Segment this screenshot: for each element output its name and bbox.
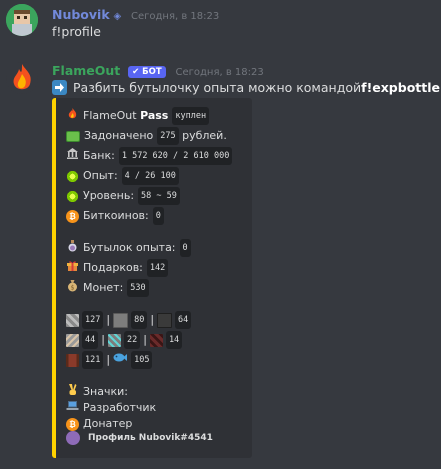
gift-icon (66, 259, 79, 277)
inventory-count: 121 (82, 351, 104, 369)
coins-label: Монет: (83, 281, 124, 294)
iron-ore-icon (66, 333, 79, 347)
pass-bold: Pass (140, 109, 169, 122)
inventory-count: 80 (131, 311, 148, 329)
bitcoins-line: ₿ Биткоинов: 0 (66, 207, 164, 225)
inventory-row-2: 44 | 22 | 14 (66, 331, 183, 349)
level-label: Уровень: (83, 189, 135, 202)
svg-text:$: $ (71, 285, 75, 292)
inventory-count: 64 (175, 311, 192, 329)
bottles-line: Бутылок опыта: 0 (66, 239, 191, 257)
exp-value: 4 / 26 100 (121, 167, 179, 185)
bitcoins-value: 0 (152, 207, 164, 225)
inventory-row-1: 127 | 80 | 64 (66, 311, 192, 329)
profile-embed: FlameOut Pass куплен Задоначено 275 рубл… (52, 98, 252, 458)
bottles-value: 0 (179, 239, 191, 257)
exp-label: Опыт: (83, 169, 118, 182)
separator: | (143, 333, 147, 346)
bank-icon (66, 147, 79, 165)
inventory-count: 127 (82, 311, 104, 329)
message-text-prefix: Разбить бутылочку опыта можно командой (73, 80, 362, 95)
embed-footer: Профиль Nubovik#4541 (66, 431, 213, 445)
badges-line: Значки: (66, 384, 128, 400)
money-icon (66, 130, 80, 142)
avatar[interactable] (6, 62, 38, 94)
bank-value: 1 572 620 / 2 610 000 (118, 147, 233, 165)
coins-line: $ Монет: 530 (66, 279, 149, 297)
wood-log-icon (66, 353, 79, 367)
level-orb-icon (66, 189, 79, 203)
avatar[interactable] (6, 4, 38, 36)
nitro-icon: ◈ (113, 11, 122, 22)
badge-label: Разработчик (83, 401, 157, 414)
diamond-ore-icon (107, 333, 121, 347)
footer-text: Профиль Nubovik#4541 (88, 433, 213, 443)
donated-unit: рублей. (182, 129, 227, 142)
bank-label: Банк: (83, 149, 115, 162)
stone-block-icon (113, 312, 129, 328)
message-text: Разбить бутылочку опыта можно командой f… (52, 80, 440, 95)
coal-block-icon (157, 312, 173, 328)
bitcoins-label: Биткоинов: (83, 209, 149, 222)
bitcoin-icon: ₿ (66, 417, 79, 431)
netherrack-icon (149, 333, 163, 347)
pass-line: FlameOut Pass куплен (66, 107, 210, 125)
money-bag-icon: $ (66, 279, 79, 297)
inventory-count: 22 (123, 331, 141, 349)
inventory-row-3: 121 | 105 (66, 351, 153, 369)
level-value: 58 ~ 59 (138, 187, 180, 205)
gravel-block-icon (66, 313, 79, 327)
command-text: f!expbottle (361, 80, 441, 95)
donated-line: Задоначено 275 рублей. (66, 127, 227, 145)
timestamp: Сегодня, в 18:23 (175, 67, 264, 78)
badges-label: Значки: (83, 385, 128, 398)
bitcoin-icon: ₿ (66, 209, 79, 223)
timestamp: Сегодня, в 18:23 (131, 11, 220, 22)
level-line: Уровень: 58 ~ 59 (66, 187, 180, 205)
bottles-label: Бутылок опыта: (83, 241, 176, 254)
gifts-value: 142 (146, 259, 169, 277)
inventory-count: 44 (82, 331, 99, 349)
separator: | (106, 313, 111, 326)
exp-line: Опыт: 4 / 26 100 (66, 167, 179, 185)
laptop-icon (66, 399, 79, 417)
inventory-count: 105 (131, 351, 153, 369)
badge-donator: ₿ Донатер (66, 416, 132, 432)
gifts-label: Подарков: (83, 261, 143, 274)
bank-line: Банк: 1 572 620 / 2 610 000 (66, 147, 233, 165)
donated-label: Задоначено (84, 129, 154, 142)
username[interactable]: FlameOut (52, 63, 120, 78)
separator: | (101, 333, 105, 346)
donated-value: 275 (157, 127, 179, 145)
badge-label: Донатер (83, 417, 133, 430)
bot-badge: ✔ БОТ (128, 66, 166, 78)
fish-icon (113, 351, 128, 369)
potion-icon (66, 239, 79, 257)
coins-value: 530 (127, 279, 149, 297)
badge-developer: Разработчик (66, 400, 156, 416)
username[interactable]: Nubovik (52, 7, 110, 22)
separator: | (150, 313, 155, 326)
arrow-right-icon (52, 80, 67, 95)
footer-avatar (66, 431, 80, 445)
pass-label: FlameOut (83, 109, 137, 122)
pass-status: куплен (172, 107, 210, 125)
fire-icon (66, 107, 79, 125)
inventory-count: 14 (165, 331, 183, 349)
gifts-line: Подарков: 142 (66, 259, 169, 277)
exp-orb-icon (66, 169, 79, 183)
separator: | (106, 353, 111, 366)
message-text: f!profile (52, 24, 101, 39)
